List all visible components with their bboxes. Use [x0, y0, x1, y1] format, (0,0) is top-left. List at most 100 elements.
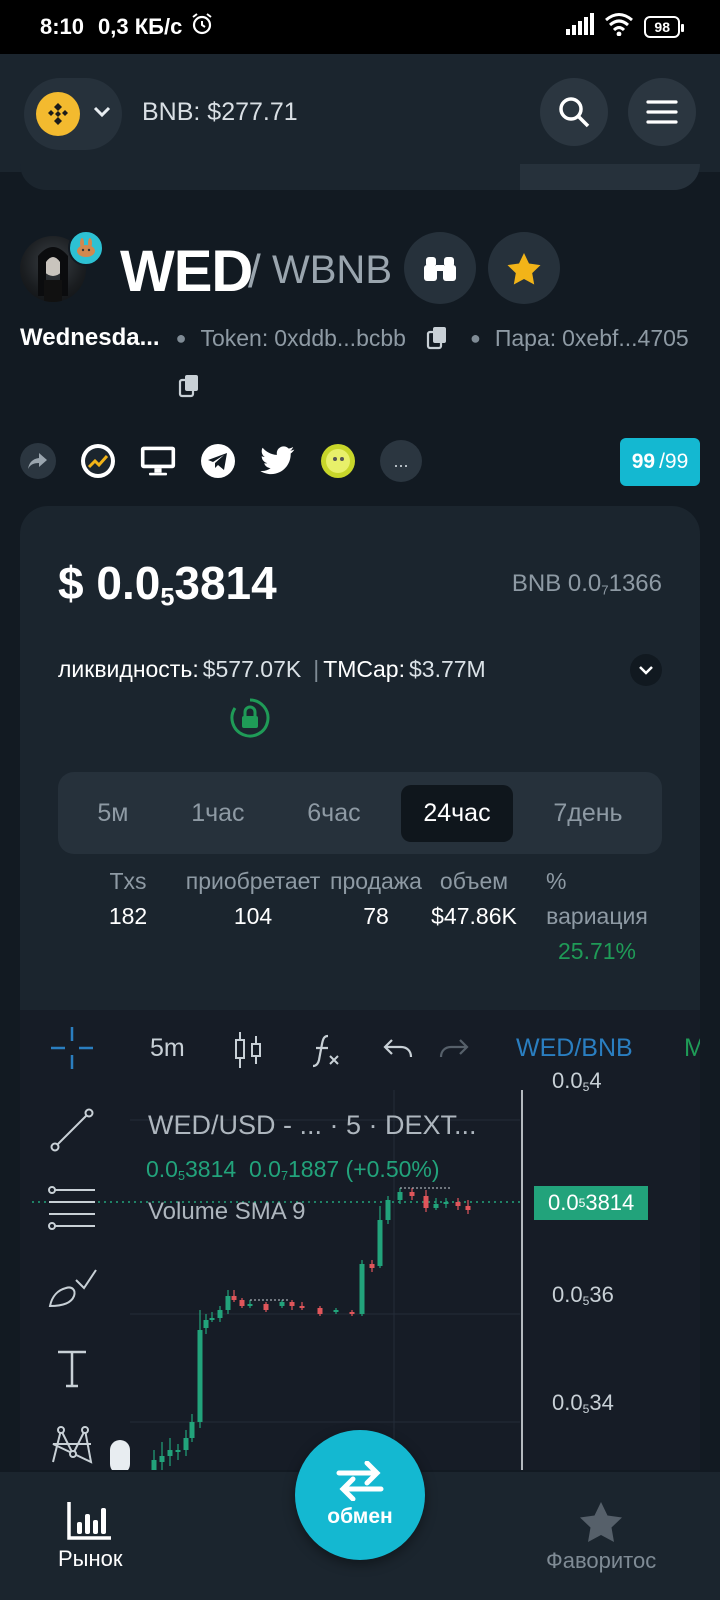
candle-body — [209, 1318, 215, 1320]
price-chart[interactable]: 5m WED/BNB M WED/USD - ... · 5 · DEXT... — [20, 1010, 700, 1470]
chart-scroll-handle[interactable] — [110, 1440, 130, 1470]
stat-volume: объем $47.86K — [431, 868, 517, 929]
chart-pair[interactable]: WED/BNB — [516, 1034, 633, 1063]
swap-button[interactable]: обмен — [295, 1430, 425, 1560]
timeframe-1h[interactable]: 1час — [169, 785, 266, 842]
token-score-badge[interactable]: 99 /99 — [620, 438, 700, 486]
redo-icon[interactable] — [438, 1036, 470, 1067]
candles — [151, 1187, 471, 1470]
status-time: 8:10 — [40, 14, 85, 39]
stat-txs: Txs 182 — [108, 868, 148, 929]
mcap-label: TMCap: — [323, 656, 405, 682]
website-icon[interactable] — [140, 443, 176, 479]
undo-icon[interactable] — [382, 1036, 414, 1067]
candle-body — [151, 1460, 157, 1470]
favorite-button[interactable] — [488, 232, 560, 304]
nav-favorites-label: Фаворитос — [546, 1548, 657, 1573]
candle-body — [167, 1450, 173, 1456]
text-tool-icon[interactable] — [44, 1340, 100, 1396]
hamburger-icon — [646, 100, 678, 124]
stat-variation: % вариация 25.71% — [546, 868, 648, 964]
watch-button[interactable] — [404, 232, 476, 304]
price-axis-label: 0.0534 — [552, 1390, 614, 1417]
candle-body — [377, 1220, 383, 1266]
share-icon[interactable] — [20, 443, 56, 479]
coin-logo-icon[interactable] — [320, 443, 356, 479]
copy-pair-icon[interactable] — [178, 374, 200, 403]
market-chart-icon — [67, 1502, 112, 1540]
telegram-icon[interactable] — [200, 443, 236, 479]
chart-more[interactable]: M — [684, 1034, 700, 1063]
candle-body — [333, 1310, 339, 1312]
dextools-icon[interactable] — [80, 443, 116, 479]
candle-body — [359, 1264, 365, 1314]
chart-legend-values: 0.053814 0.071887 (+0.50%) — [146, 1156, 440, 1184]
timeframe-selector: 5м 1час 6час 24час 7день — [58, 772, 662, 854]
candle-body — [263, 1304, 269, 1310]
pattern-tool-icon[interactable] — [44, 1418, 100, 1470]
stat-buys: приобретает 104 — [185, 868, 321, 929]
nav-market[interactable]: Рынок — [58, 1500, 123, 1572]
status-bar: 8:10 0,3 КБ/с 98 — [0, 0, 720, 54]
search-button[interactable] — [540, 78, 608, 146]
price-axis-label: 0.0536 — [552, 1282, 614, 1309]
timeframe-5m[interactable]: 5м — [75, 785, 150, 842]
score-value: 99 — [631, 450, 656, 473]
timeframe-7d[interactable]: 7день — [531, 785, 644, 842]
timeframe-24h[interactable]: 24час — [401, 784, 513, 842]
current-price-tag: 0.0 5 3814 — [534, 1186, 649, 1220]
crosshair-icon[interactable] — [44, 1020, 100, 1076]
chevron-down-icon — [92, 105, 112, 124]
price-card: $ 0.053814 BNB 0.071366 ликвидность: $57… — [20, 506, 700, 1026]
signal-icon — [566, 13, 595, 41]
trade-stats: Txs 182 приобретает 104 продажа 78 объем… — [20, 868, 700, 978]
candle-body — [443, 1202, 449, 1204]
swap-label: обмен — [327, 1505, 393, 1528]
star-icon — [507, 253, 541, 285]
quote-symbol: WBNB — [272, 248, 392, 292]
pair-address[interactable]: 0xebf...4705 — [562, 325, 689, 352]
candle-body — [349, 1312, 355, 1314]
price-axis-label: 0.054 — [552, 1068, 602, 1095]
expand-details-button[interactable] — [630, 654, 662, 686]
liquidity-lock-icon[interactable] — [230, 698, 270, 743]
brush-icon[interactable] — [44, 1260, 100, 1316]
candle-body — [159, 1456, 165, 1462]
nav-market-label: Рынок — [58, 1546, 123, 1571]
candle-body — [231, 1296, 237, 1300]
bnb-price: BNB 0.071366 — [511, 570, 662, 598]
wifi-icon — [604, 12, 634, 42]
timeframe-6h[interactable]: 6час — [285, 785, 382, 842]
candle-body — [239, 1300, 245, 1306]
nav-favorites[interactable]: Фаворитос — [546, 1500, 656, 1574]
stat-sells: продажа 78 — [330, 868, 422, 929]
candle-type-icon[interactable] — [234, 1030, 264, 1075]
token-address[interactable]: 0xddb...bcbb — [274, 325, 406, 352]
social-links: ... — [20, 440, 422, 482]
candle-body — [189, 1422, 195, 1438]
candle-body — [317, 1308, 323, 1314]
indicators-icon[interactable] — [310, 1032, 342, 1075]
candle-body — [455, 1202, 461, 1206]
more-links-button[interactable]: ... — [380, 440, 422, 482]
trend-line-icon[interactable] — [44, 1102, 100, 1158]
pair-separator: / — [248, 245, 261, 297]
pair-label: Пара: — [494, 324, 557, 351]
fib-levels-icon[interactable] — [44, 1180, 100, 1236]
search-icon — [559, 97, 590, 128]
menu-button[interactable] — [628, 78, 696, 146]
swap-arrows-icon — [336, 1461, 384, 1501]
header-bottom-edge-accent — [520, 164, 700, 190]
candle-body — [279, 1302, 285, 1306]
chevron-down-icon — [639, 666, 653, 675]
candle-body — [465, 1206, 471, 1210]
twitter-icon[interactable] — [260, 443, 296, 479]
separator: | — [313, 656, 320, 682]
usd-price: $ 0.053814 — [58, 557, 277, 612]
copy-token-icon[interactable] — [426, 326, 448, 350]
candle-body — [225, 1296, 231, 1310]
chain-selector[interactable] — [24, 78, 122, 150]
candle-body — [247, 1304, 253, 1306]
pancakeswap-icon — [68, 230, 104, 266]
interval-selector[interactable]: 5m — [150, 1034, 185, 1063]
